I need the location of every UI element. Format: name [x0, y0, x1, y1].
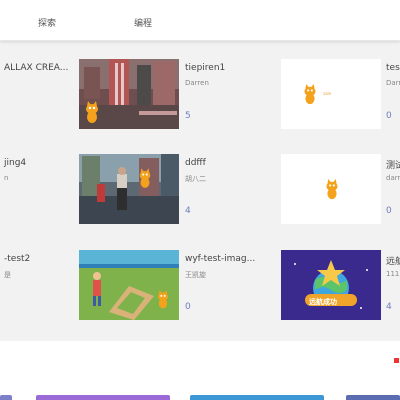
- scratch-cat-icon: [326, 179, 338, 200]
- project-author[interactable]: Darr: [386, 79, 400, 87]
- project-grid: ALLAX CREA... tiepiren1 Darren 5 sale te…: [0, 41, 400, 341]
- bottom-card-strip-2[interactable]: [36, 395, 170, 400]
- project-title[interactable]: tiepiren1: [185, 63, 225, 73]
- top-nav-bar: 探索 编程: [0, 0, 400, 41]
- project-thumbnail[interactable]: sale: [281, 59, 381, 129]
- red-marker: [394, 358, 399, 363]
- bottom-card-strip-4[interactable]: [346, 395, 400, 400]
- project-count: 5: [185, 111, 191, 121]
- project-count: 0: [386, 206, 392, 216]
- project-title[interactable]: tes: [386, 63, 400, 73]
- project-count: 4: [386, 302, 392, 312]
- project-count: 4: [185, 206, 191, 216]
- project-author[interactable]: 胡八二: [185, 174, 206, 184]
- small-label: sale: [323, 91, 332, 96]
- project-title[interactable]: -test2: [4, 254, 30, 264]
- project-thumbnail[interactable]: 远航成功: [281, 250, 381, 320]
- project-title[interactable]: ddfff: [185, 158, 206, 168]
- scratch-cat-icon: [304, 84, 316, 105]
- project-author[interactable]: 王凯旋: [185, 270, 206, 280]
- project-thumbnail[interactable]: [79, 154, 179, 224]
- project-author[interactable]: n: [4, 174, 8, 182]
- project-title[interactable]: wyf-test-imag...: [185, 254, 255, 264]
- scratch-cat-icon: [86, 101, 98, 123]
- space-banner-image: [281, 250, 381, 320]
- project-thumbnail[interactable]: [281, 154, 381, 224]
- project-title[interactable]: 远航: [386, 254, 400, 267]
- project-thumbnail[interactable]: [79, 250, 179, 320]
- project-count: 0: [185, 302, 191, 312]
- scratch-cat-icon: [139, 168, 151, 188]
- nav-explore-link[interactable]: 探索: [38, 16, 56, 29]
- project-thumbnail[interactable]: [79, 59, 179, 129]
- nav-create-link[interactable]: 编程: [134, 16, 152, 29]
- bottom-card-strip-3[interactable]: [190, 395, 324, 400]
- project-title[interactable]: jing4: [4, 158, 26, 168]
- banner-text: 远航成功: [309, 298, 337, 306]
- project-count: 0: [386, 111, 392, 121]
- project-author[interactable]: darr: [386, 174, 400, 182]
- scratch-cat-icon: [158, 290, 168, 309]
- street-scene-image: [79, 154, 179, 224]
- project-author[interactable]: 111: [386, 270, 399, 278]
- project-title[interactable]: 测试: [386, 158, 400, 171]
- bottom-section: [0, 341, 400, 400]
- bottom-card-strip-1[interactable]: [0, 395, 12, 400]
- project-title[interactable]: ALLAX CREA...: [4, 63, 68, 73]
- project-author[interactable]: Darren: [185, 79, 209, 87]
- project-author[interactable]: 是: [4, 270, 11, 280]
